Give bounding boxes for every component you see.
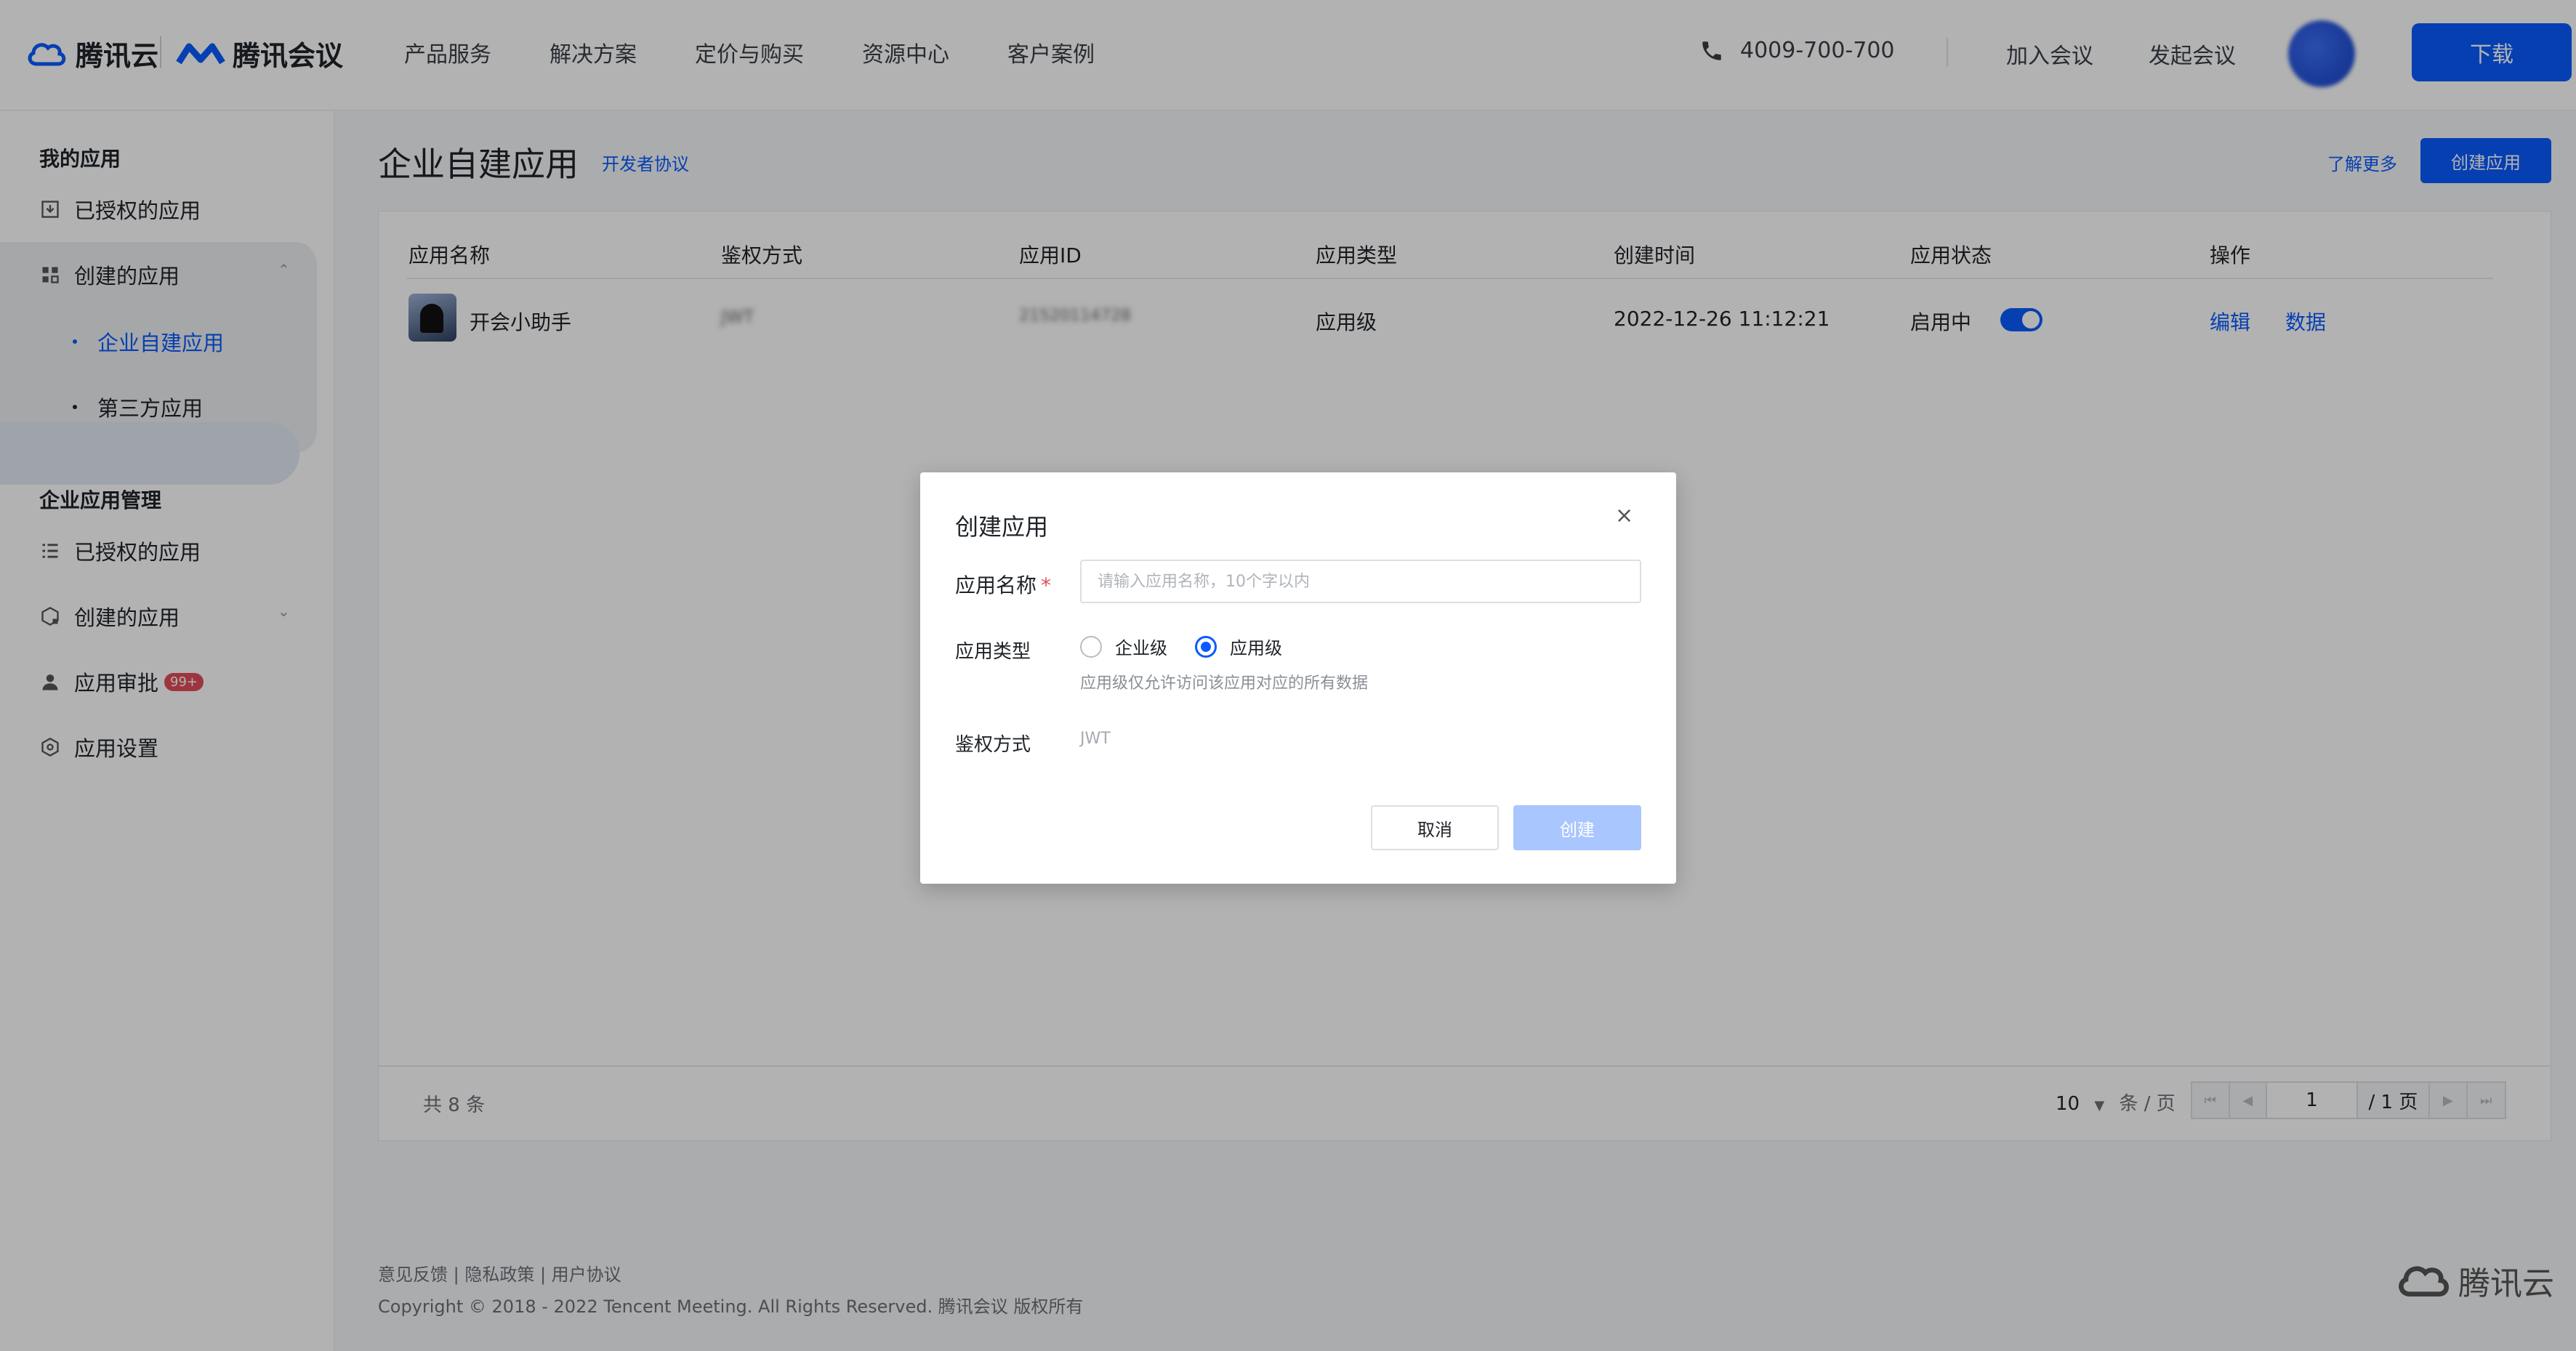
app-name-label: 应用名称 *: [955, 570, 1051, 599]
app-type-label: 应用类型: [955, 641, 1031, 663]
app-type-hint: 应用级仅允许访问该应用对应的所有数据: [1080, 674, 1369, 693]
close-icon[interactable]: ×: [1615, 503, 1633, 528]
radio-enterprise[interactable]: 企业级: [1080, 634, 1167, 659]
create-button[interactable]: 创建: [1513, 805, 1641, 850]
radio-label: 应用级: [1230, 638, 1282, 658]
dialog-title: 创建应用: [955, 513, 1049, 541]
app-name-label-text: 应用名称: [955, 573, 1037, 597]
radio-circle-selected: [1195, 635, 1217, 658]
radio-circle: [1080, 635, 1102, 658]
app-name-input[interactable]: [1080, 560, 1641, 603]
required-mark: *: [1041, 573, 1052, 597]
radio-label: 企业级: [1115, 638, 1167, 658]
auth-label: 鉴权方式: [955, 734, 1031, 756]
cancel-button[interactable]: 取消: [1371, 805, 1499, 850]
auth-value: JWT: [1080, 730, 1111, 748]
create-app-dialog: 创建应用 × 应用名称* 应用类型 企业级 应用级 应用级仅允许访问该应用对应的…: [920, 472, 1676, 884]
radio-app-level[interactable]: 应用级: [1195, 634, 1282, 659]
